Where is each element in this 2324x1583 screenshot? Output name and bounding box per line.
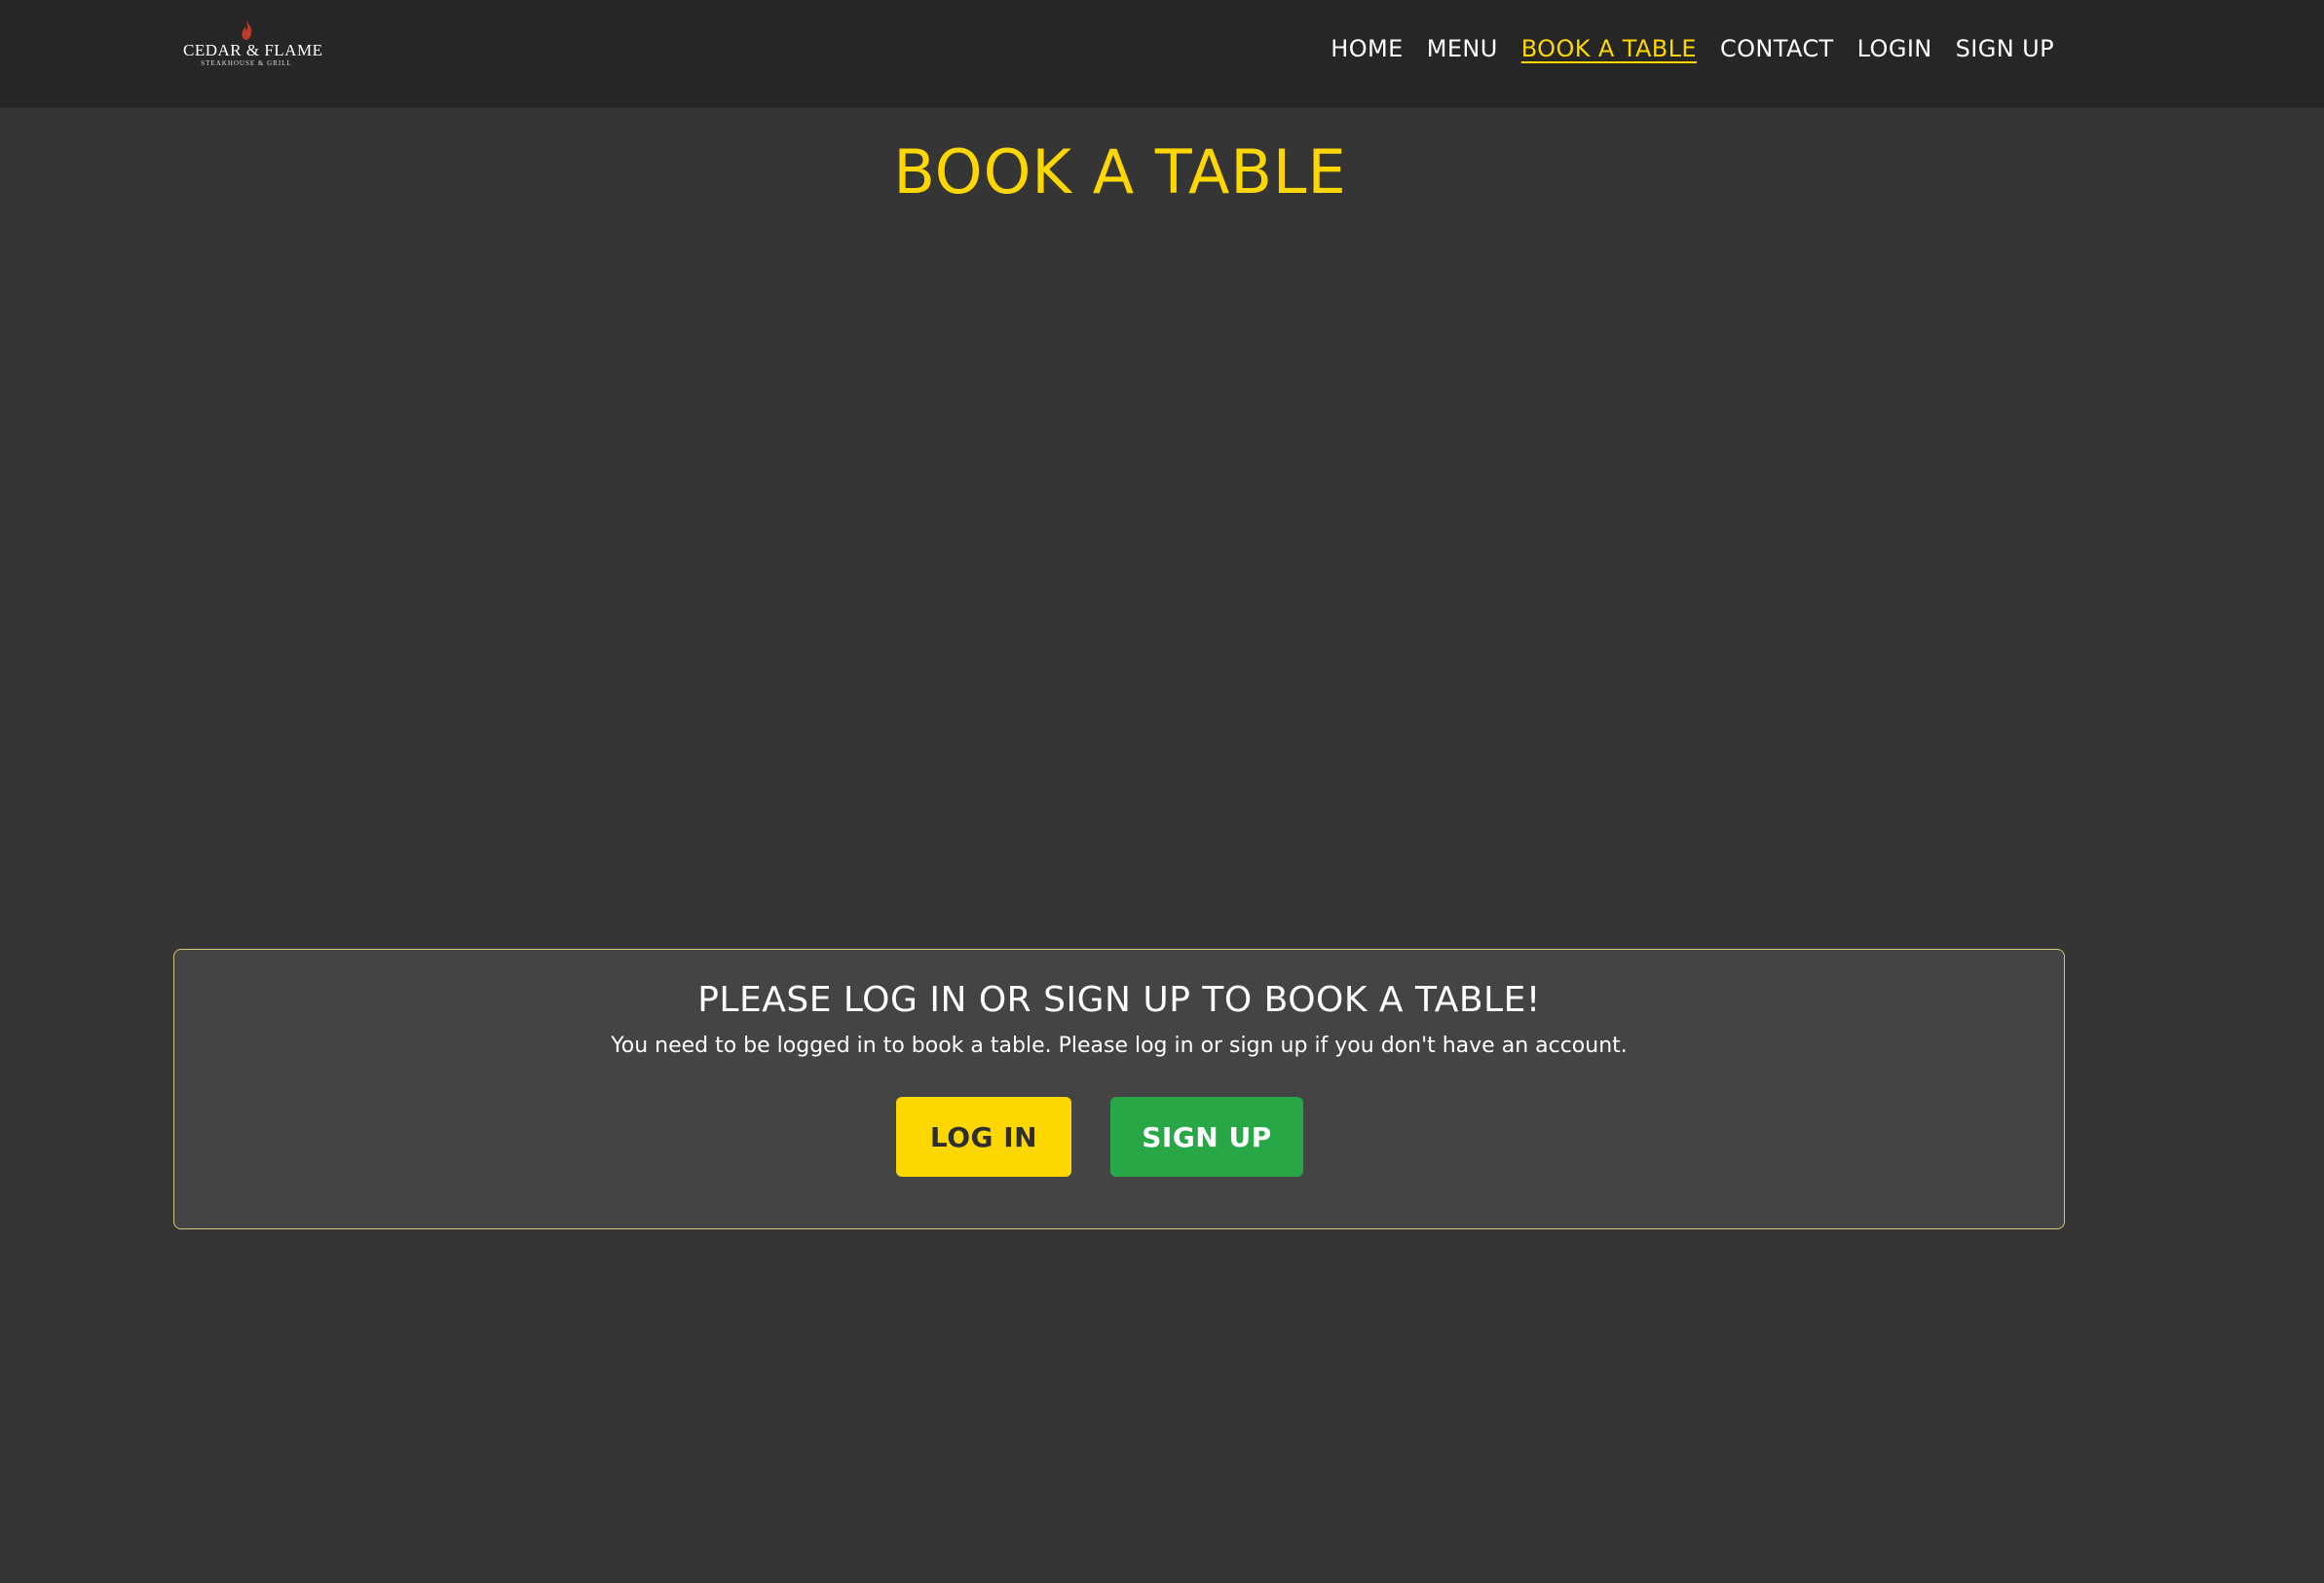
page-title: BOOK A TABLE	[893, 136, 1347, 207]
login-required-card: PLEASE LOG IN OR SIGN UP TO BOOK A TABLE…	[173, 949, 2065, 1229]
nav-item-sign-up[interactable]: SIGN UP	[1956, 35, 2054, 62]
notice-heading: PLEASE LOG IN OR SIGN UP TO BOOK A TABLE…	[697, 980, 1541, 1020]
flame-icon	[242, 19, 252, 40]
main-nav: HOME MENU BOOK A TABLE CONTACT LOGIN SIG…	[1331, 0, 2054, 97]
brand-tagline: STEAKHOUSE & GRILL	[201, 59, 292, 67]
nav-item-login[interactable]: LOGIN	[1857, 35, 1932, 62]
brand-name: CEDAR & FLAME	[183, 41, 323, 59]
brand-logo[interactable]: CEDAR & FLAME STEAKHOUSE & GRILL	[183, 19, 323, 74]
nav-item-contact[interactable]: CONTACT	[1720, 35, 1834, 62]
navbar: CEDAR & FLAME STEAKHOUSE & GRILL HOME ME…	[0, 0, 2324, 108]
notice-message: You need to be logged in to book a table…	[611, 1034, 1628, 1058]
auth-button-row: LOG IN SIGN UP	[174, 1097, 2064, 1177]
login-button[interactable]: LOG IN	[896, 1097, 1071, 1177]
nav-item-menu[interactable]: MENU	[1427, 35, 1498, 62]
nav-item-book-a-table[interactable]: BOOK A TABLE	[1521, 35, 1697, 62]
nav-item-home[interactable]: HOME	[1331, 35, 1403, 62]
signup-button[interactable]: SIGN UP	[1110, 1097, 1303, 1177]
